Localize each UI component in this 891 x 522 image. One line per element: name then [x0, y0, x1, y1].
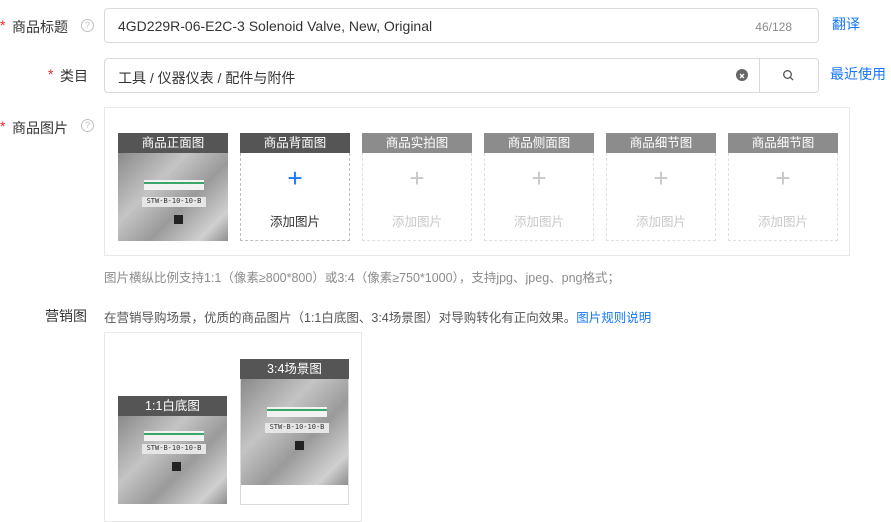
category-select[interactable]: 工具 / 仪器仪表 / 配件与附件 — [104, 58, 760, 93]
translate-link[interactable]: 翻译 — [832, 14, 860, 34]
scene-image[interactable]: STW-B-10-10-B — [241, 379, 348, 485]
white-bg-image[interactable]: STW-B-10-10-B — [118, 416, 227, 504]
question-circle-icon[interactable]: ? — [81, 119, 94, 132]
close-circle-icon[interactable] — [736, 69, 748, 81]
plus-icon: + — [775, 163, 791, 193]
add-image-label: 添加图片 — [513, 215, 564, 229]
white-bg-image-title: 1:1白底图 — [118, 396, 227, 416]
marketing-label: 营销图 — [45, 308, 87, 324]
search-icon — [782, 69, 795, 87]
question-circle-icon[interactable]: ? — [81, 19, 94, 32]
plus-icon: + — [653, 163, 669, 193]
required-mark: * — [0, 118, 6, 134]
image-slot-side[interactable]: 商品侧面图 + 添加图片 — [484, 133, 594, 241]
slot-title: 商品细节图 — [728, 133, 838, 153]
image-format-hint: 图片横纵比例支持1:1（像素≥800*800）或3:4（像素≥750*1000）… — [104, 271, 620, 285]
images-label: 商品图片 — [12, 120, 68, 136]
product-photo[interactable]: STW-B-10-10-B — [118, 153, 228, 241]
plus-icon: + — [287, 163, 303, 193]
marketing-description: 在营销导购场景，优质的商品图片（1:1白底图、3:4场景图）对导购转化有正向效果… — [104, 311, 652, 325]
required-mark: * — [48, 66, 54, 82]
title-input-value: 4GD229R-06-E2C-3 Solenoid Valve, New, Or… — [118, 18, 433, 34]
image-slot-detail-2[interactable]: 商品细节图 + 添加图片 — [728, 133, 838, 241]
category-label: 类目 — [60, 68, 88, 84]
slot-title: 商品细节图 — [606, 133, 716, 153]
title-label: 商品标题 — [12, 19, 68, 35]
image-slot-detail[interactable]: 商品细节图 + 添加图片 — [606, 133, 716, 241]
image-rules-link[interactable]: 图片规则说明 — [576, 311, 651, 325]
plus-icon: + — [531, 163, 547, 193]
add-image-label: 添加图片 — [635, 215, 686, 229]
image-slot-back[interactable]: 商品背面图 + 添加图片 — [240, 133, 350, 241]
plus-icon: + — [409, 163, 425, 193]
slot-title: 商品背面图 — [240, 133, 350, 153]
recent-used-link[interactable]: 最近使用 — [830, 64, 886, 84]
required-mark: * — [0, 17, 6, 33]
image-slot-real[interactable]: 商品实拍图 + 添加图片 — [362, 133, 472, 241]
char-counter: 46/128 — [755, 20, 792, 34]
scene-image-title: 3:4场景图 — [240, 359, 349, 379]
category-value: 工具 / 仪器仪表 / 配件与附件 — [118, 70, 296, 86]
add-image-label: 添加图片 — [391, 215, 442, 229]
add-image-label: 添加图片 — [269, 215, 320, 229]
slot-title: 商品实拍图 — [362, 133, 472, 153]
title-input[interactable]: 4GD229R-06-E2C-3 Solenoid Valve, New, Or… — [104, 8, 819, 43]
image-slot-front[interactable]: 商品正面图 STW-B-10-10-B — [118, 133, 228, 241]
search-button[interactable] — [759, 58, 819, 93]
add-image-label: 添加图片 — [757, 215, 808, 229]
slot-title: 商品正面图 — [118, 133, 228, 153]
slot-title: 商品侧面图 — [484, 133, 594, 153]
